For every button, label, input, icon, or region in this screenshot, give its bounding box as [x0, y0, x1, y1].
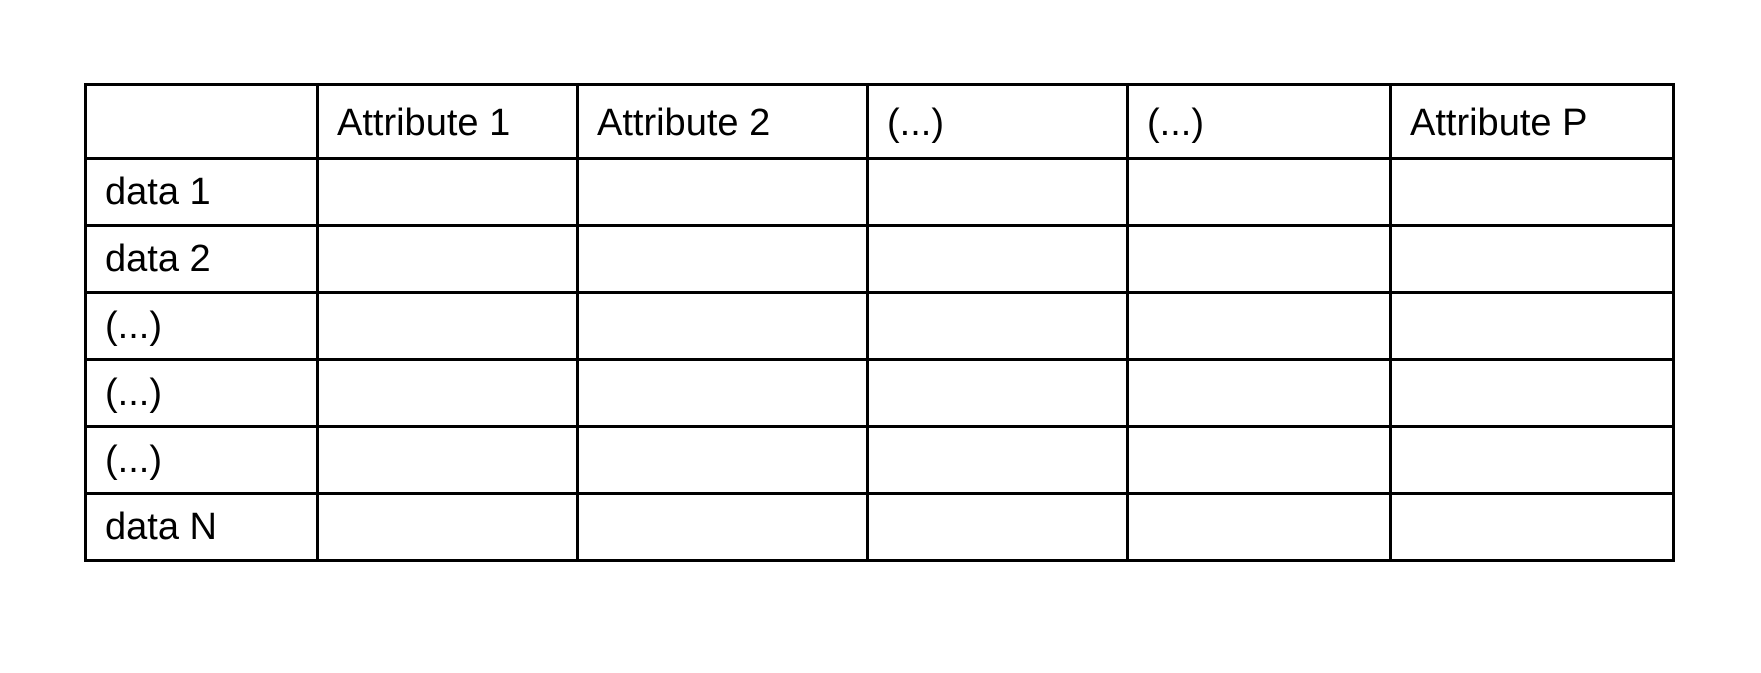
data-attribute-table: Attribute 1 Attribute 2 (...) (...) Attr…: [84, 83, 1675, 562]
data-cell: [316, 425, 579, 495]
data-cell: [576, 291, 869, 361]
data-cell: [1126, 291, 1392, 361]
data-cell: [576, 492, 869, 562]
data-cell: [316, 291, 579, 361]
data-cell: [1126, 425, 1392, 495]
row-label-cell: data 2: [84, 224, 319, 294]
row-label-cell: (...): [84, 291, 319, 361]
data-cell: [1389, 492, 1675, 562]
table-row: data 2: [84, 224, 1675, 294]
data-cell: [866, 291, 1129, 361]
data-cell: [866, 358, 1129, 428]
data-cell: [1126, 157, 1392, 227]
data-cell: [316, 492, 579, 562]
data-cell: [1389, 291, 1675, 361]
data-cell: [576, 224, 869, 294]
row-label-cell: (...): [84, 358, 319, 428]
data-cell: [316, 358, 579, 428]
table-row: data 1: [84, 157, 1675, 227]
data-cell: [316, 224, 579, 294]
data-cell: [316, 157, 579, 227]
data-cell: [866, 492, 1129, 562]
table-row: (...): [84, 425, 1675, 495]
data-cell: [1126, 492, 1392, 562]
table-row: (...): [84, 291, 1675, 361]
row-label-cell: (...): [84, 425, 319, 495]
header-cell-attribute-2: Attribute 2: [576, 83, 869, 160]
data-cell: [1389, 358, 1675, 428]
header-corner-cell: [84, 83, 319, 160]
data-cell: [866, 224, 1129, 294]
header-row: Attribute 1 Attribute 2 (...) (...) Attr…: [84, 83, 1675, 160]
data-cell: [866, 157, 1129, 227]
data-cell: [576, 157, 869, 227]
data-cell: [1389, 224, 1675, 294]
data-cell: [866, 425, 1129, 495]
data-cell: [1389, 157, 1675, 227]
table-body: Attribute 1 Attribute 2 (...) (...) Attr…: [84, 83, 1675, 562]
data-cell: [1126, 224, 1392, 294]
table-row: data N: [84, 492, 1675, 562]
data-cell: [1389, 425, 1675, 495]
row-label-cell: data 1: [84, 157, 319, 227]
header-cell-ellipsis-1: (...): [866, 83, 1129, 160]
data-cell: [576, 358, 869, 428]
row-label-cell: data N: [84, 492, 319, 562]
data-cell: [1126, 358, 1392, 428]
header-cell-ellipsis-2: (...): [1126, 83, 1392, 160]
data-cell: [576, 425, 869, 495]
header-cell-attribute-p: Attribute P: [1389, 83, 1675, 160]
table-row: (...): [84, 358, 1675, 428]
header-cell-attribute-1: Attribute 1: [316, 83, 579, 160]
